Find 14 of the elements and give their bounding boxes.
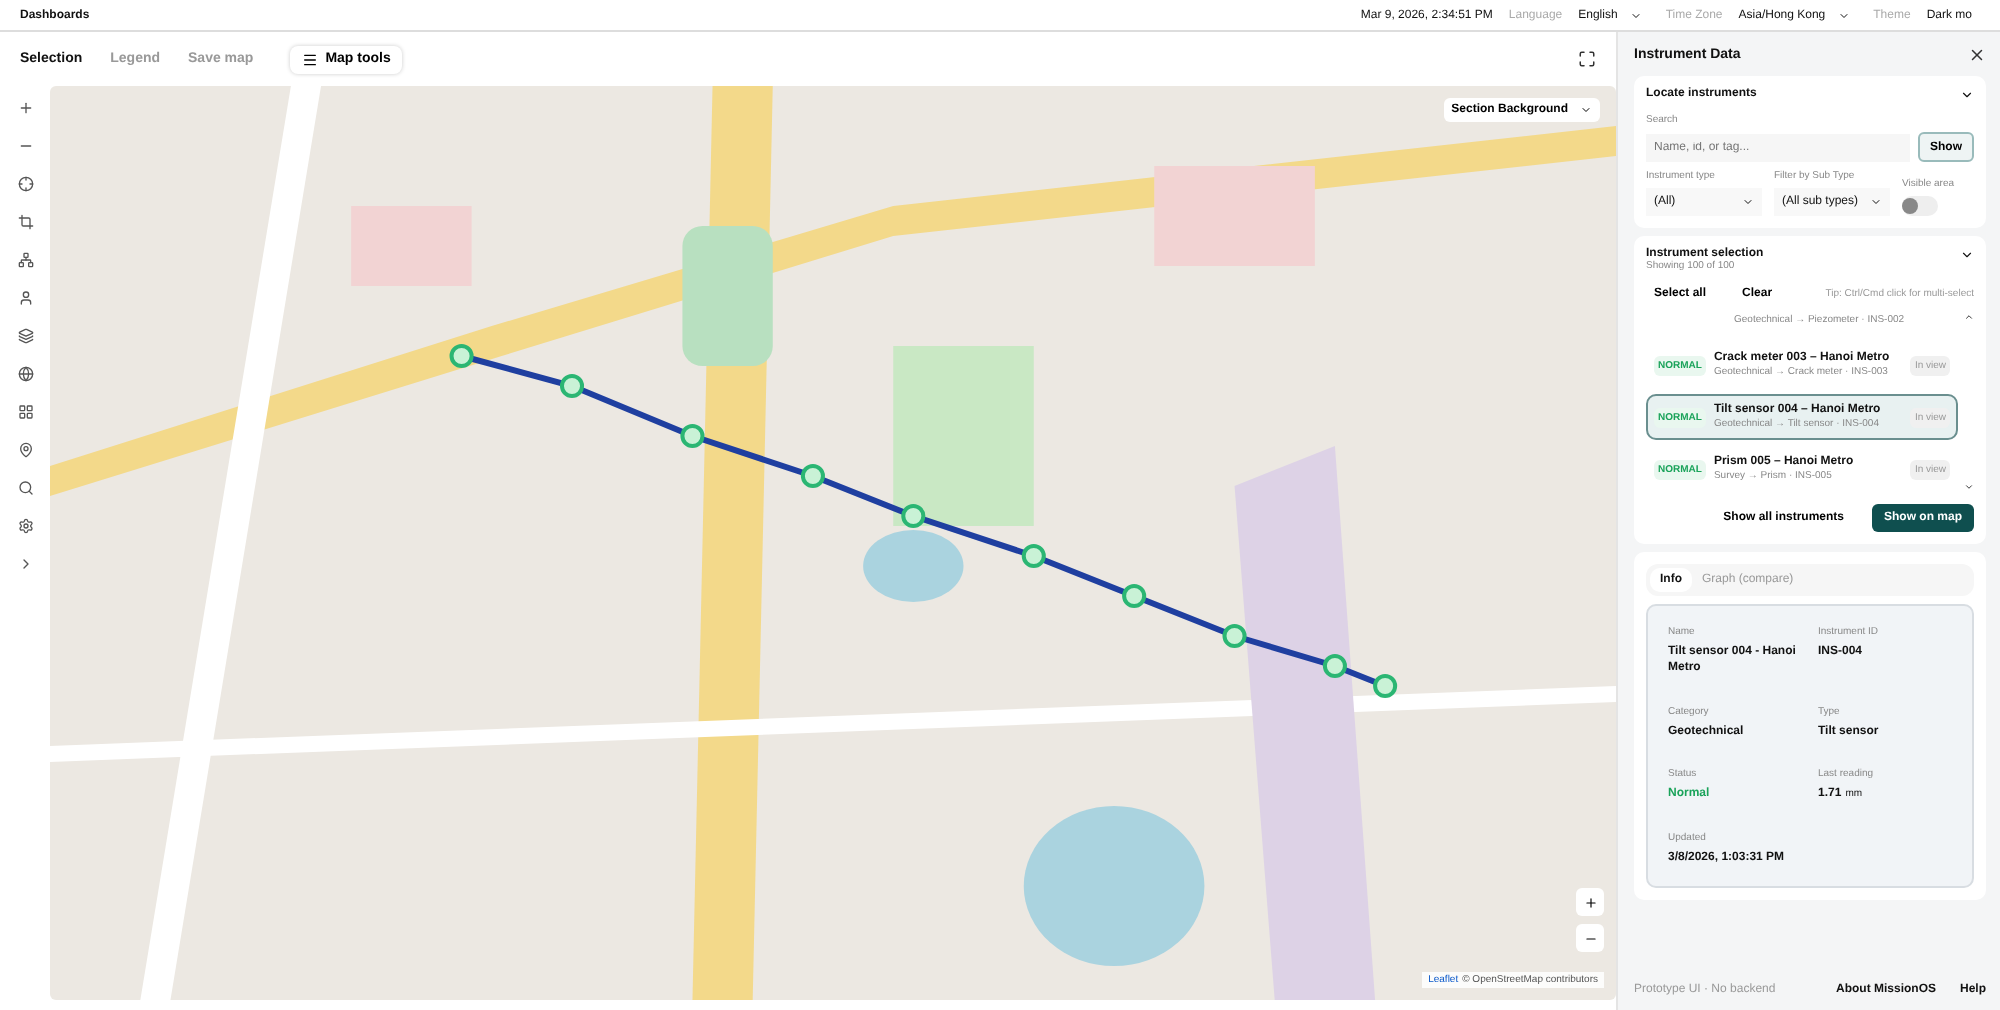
chevron-down-icon: [1870, 196, 1882, 208]
menu-icon: [301, 51, 318, 67]
visible-area-toggle[interactable]: [1902, 196, 1938, 216]
zoom-in-icon[interactable]: [1576, 888, 1604, 916]
scroll-up-icon[interactable]: [1963, 312, 1973, 322]
chevron-icon[interactable]: [1960, 248, 1974, 262]
chevron-down-icon: [1580, 104, 1592, 116]
chevron-down-icon: [1837, 9, 1850, 21]
chevron-icon[interactable]: [1960, 88, 1974, 102]
close-icon[interactable]: [1968, 45, 1986, 63]
fullscreen-icon[interactable]: [1578, 50, 1596, 68]
scroll-down-icon[interactable]: [1963, 482, 1973, 492]
chevron-down-icon: [1742, 196, 1754, 208]
chevron-down-icon: [1629, 9, 1642, 21]
